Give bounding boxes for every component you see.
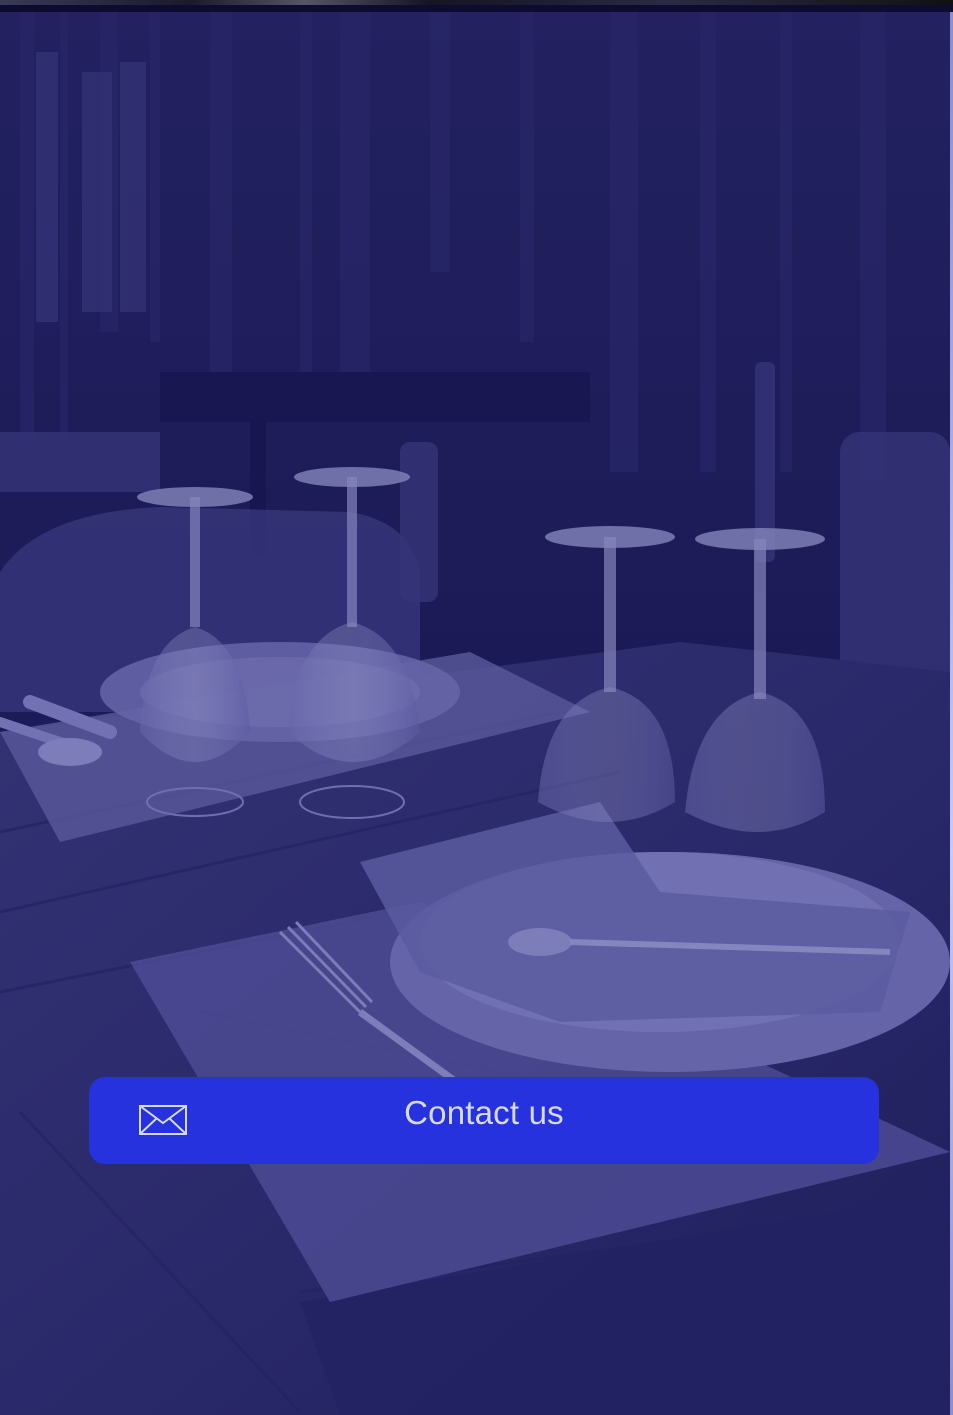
contact-us-button[interactable]: Contact us <box>89 1077 879 1164</box>
top-image-strip <box>0 0 953 12</box>
contact-us-label: Contact us <box>404 1094 564 1131</box>
restaurant-background-image <box>0 12 950 1415</box>
landing-screen: Contact us <box>0 0 953 1415</box>
